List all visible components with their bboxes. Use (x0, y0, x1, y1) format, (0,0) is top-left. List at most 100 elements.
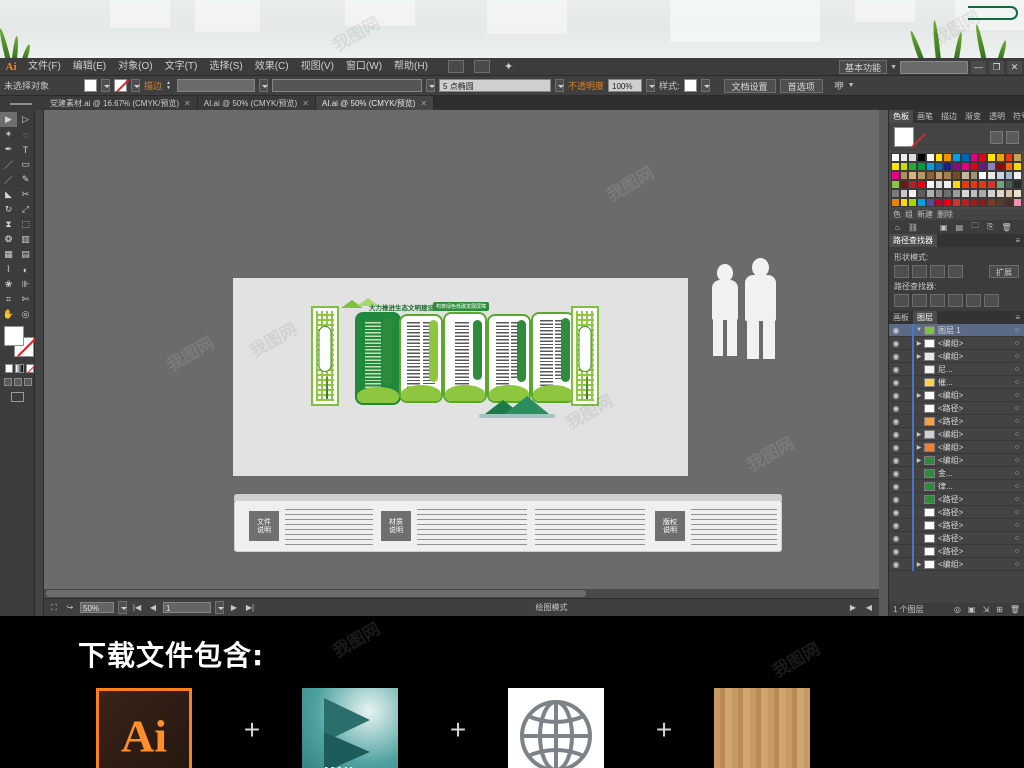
draw-behind-mode[interactable] (14, 378, 22, 386)
target-circle-icon[interactable]: ○ (1010, 470, 1024, 477)
eye-icon[interactable]: ◉ (889, 378, 903, 387)
layer-list[interactable]: ◉ ▼ 图层 1 ○ ◉ ▶ <编组> ○ ◉ ▶ <编组> ○ ◉ 尼... ○ ◉ 催... ○ ◉ ▶ <编组> ○… (889, 324, 1024, 603)
layer-row[interactable]: ◉ ▶ <编组> ○ (889, 349, 1024, 363)
magic-wand-tool[interactable]: ✶ (0, 127, 17, 142)
document-tab-active[interactable]: AI.ai @ 50% (CMYK/预览) ✕ (315, 96, 435, 110)
target-circle-icon[interactable]: ○ (1010, 444, 1024, 451)
swatches-grid[interactable] (889, 151, 1024, 209)
blend-tool[interactable]: ◐ (17, 262, 34, 277)
eye-icon[interactable]: ◉ (889, 326, 903, 335)
eyedropper-tool[interactable]: ⌇ (0, 262, 17, 277)
menu-window[interactable]: 窗口(W) (340, 58, 388, 76)
target-circle-icon[interactable]: ○ (1010, 405, 1024, 412)
menu-help[interactable]: 帮助(H) (388, 58, 434, 76)
eye-icon[interactable]: ◉ (889, 508, 903, 517)
active-swatch-preview[interactable] (894, 127, 914, 147)
outline-button[interactable] (966, 294, 981, 307)
free-transform-tool[interactable]: ⬚ (17, 217, 34, 232)
shape-builder-tool[interactable]: ❂ (0, 232, 17, 247)
swatch-footer-new[interactable]: 新建 (917, 209, 933, 220)
delete-layer-icon[interactable]: 🗑 (1010, 605, 1020, 614)
close-icon[interactable]: ✕ (420, 99, 427, 108)
fill-swatch[interactable] (84, 79, 97, 92)
scale-tool[interactable]: ⤢ (17, 202, 34, 217)
gradient-tool[interactable]: ▤ (17, 247, 34, 262)
fill-stroke-control[interactable] (4, 326, 34, 360)
chevron-right-icon[interactable]: ▶ (914, 561, 924, 568)
eye-icon[interactable]: ◉ (889, 365, 903, 374)
chevron-right-icon[interactable]: ▶ (914, 444, 924, 451)
intersect-button[interactable] (930, 265, 945, 278)
search-input[interactable] (900, 60, 968, 74)
prev-artboard-icon[interactable]: ◀ (147, 602, 159, 613)
layer-row[interactable]: ◉ <路径> ○ (889, 544, 1024, 558)
eye-icon[interactable]: ◉ (889, 521, 903, 530)
grid-view-button[interactable] (1006, 130, 1019, 144)
layer-row[interactable]: ◉ <路径> ○ (889, 401, 1024, 415)
stroke-dropdown[interactable] (131, 79, 140, 92)
none-button[interactable] (25, 364, 34, 373)
scrollbar-thumb[interactable] (46, 590, 586, 597)
draw-inside-mode[interactable] (24, 378, 32, 386)
eye-icon[interactable]: ◉ (889, 456, 903, 465)
tab-brushes[interactable]: 画笔 (913, 110, 937, 123)
rectangle-tool[interactable]: ▭ (17, 157, 34, 172)
target-circle-icon[interactable]: ○ (1010, 496, 1024, 503)
layer-row[interactable]: ◉ ▶ <编组> ○ (889, 427, 1024, 441)
swatch-footer-color[interactable]: 色 (893, 209, 901, 220)
eye-icon[interactable]: ◉ (889, 430, 903, 439)
minus-back-button[interactable] (984, 294, 999, 307)
menu-file[interactable]: 文件(F) (22, 58, 67, 76)
width-tool[interactable]: ⧗ (0, 217, 17, 232)
stroke-profile-dropdown[interactable] (555, 79, 565, 92)
graphic-style-dropdown[interactable] (700, 79, 710, 92)
folder-icon[interactable]: 🗀 (971, 220, 979, 234)
trash-icon[interactable]: 🗑 (1002, 223, 1012, 232)
layer-row[interactable]: ◉ ▶ <编组> ○ (889, 557, 1024, 571)
target-circle-icon[interactable]: ○ (1010, 548, 1024, 555)
eye-icon[interactable]: ◉ (889, 482, 903, 491)
crop-button[interactable] (948, 294, 963, 307)
artboard-dropdown[interactable] (215, 601, 224, 614)
target-circle-icon[interactable]: ○ (1010, 327, 1024, 334)
pencil-tool[interactable]: ✎ (17, 172, 34, 187)
brush-definition-dropdown[interactable] (426, 79, 436, 92)
panel-menu-icon[interactable]: ≡ (1011, 311, 1024, 324)
target-circle-icon[interactable]: ○ (1010, 353, 1024, 360)
status-expand-icon[interactable]: ▶ (847, 602, 859, 613)
column-graph-tool[interactable]: ⊪ (17, 277, 34, 292)
status-collapse-icon[interactable]: ◀ (863, 602, 875, 613)
blob-brush-tool[interactable]: ◣ (0, 187, 17, 202)
menu-effect[interactable]: 效果(C) (249, 58, 295, 76)
layer-row[interactable]: ◉ <路径> ○ (889, 505, 1024, 519)
symbol-sprayer-tool[interactable]: ❀ (0, 277, 17, 292)
new-swatch-icon[interactable]: ▣ (940, 223, 948, 232)
eye-icon[interactable]: ◉ (889, 469, 903, 478)
target-circle-icon[interactable]: ○ (1010, 431, 1024, 438)
tab-bar-grip[interactable] (0, 96, 44, 110)
duplicate-icon[interactable]: ⎘ (987, 222, 993, 232)
target-circle-icon[interactable]: ○ (1010, 340, 1024, 347)
eye-icon[interactable]: ◉ (889, 495, 903, 504)
graphic-style-swatch[interactable] (683, 79, 697, 92)
chevron-down-icon[interactable]: ▼ (914, 327, 924, 333)
layer-row[interactable]: ◉ 律... ○ (889, 479, 1024, 493)
artboard-number-input[interactable]: 1 (163, 602, 211, 613)
zoom-dropdown[interactable] (118, 601, 127, 614)
layer-row[interactable]: ◉ 催... ○ (889, 375, 1024, 389)
tab-transparency[interactable]: 透明 (985, 110, 1009, 123)
target-circle-icon[interactable]: ○ (1010, 535, 1024, 542)
pen-tool[interactable]: ✒ (0, 142, 17, 157)
arrange-documents-icon[interactable] (473, 60, 490, 73)
document-tab[interactable]: AI.ai @ 50% (CMYK/预览) ✕ (197, 96, 316, 110)
eye-icon[interactable]: ◉ (889, 339, 903, 348)
layer-row[interactable]: ◉ ▼ 图层 1 ○ (889, 324, 1024, 337)
share-icon[interactable]: ↪ (64, 602, 76, 613)
zoom-tool[interactable]: ◎ (17, 307, 34, 322)
menu-select[interactable]: 选择(S) (203, 58, 248, 76)
canvas[interactable]: 大力推进生态文明建设 构筑绿色低碳发展屏障 我图网 我图网 文件 说明 材质 说… (44, 110, 879, 598)
hand-tool[interactable]: ✋ (0, 307, 17, 322)
line-segment-tool[interactable]: ／ (0, 157, 17, 172)
layer-row[interactable]: ◉ ▶ <编组> ○ (889, 453, 1024, 467)
make-clipping-mask-icon[interactable]: ▣ (968, 605, 976, 614)
